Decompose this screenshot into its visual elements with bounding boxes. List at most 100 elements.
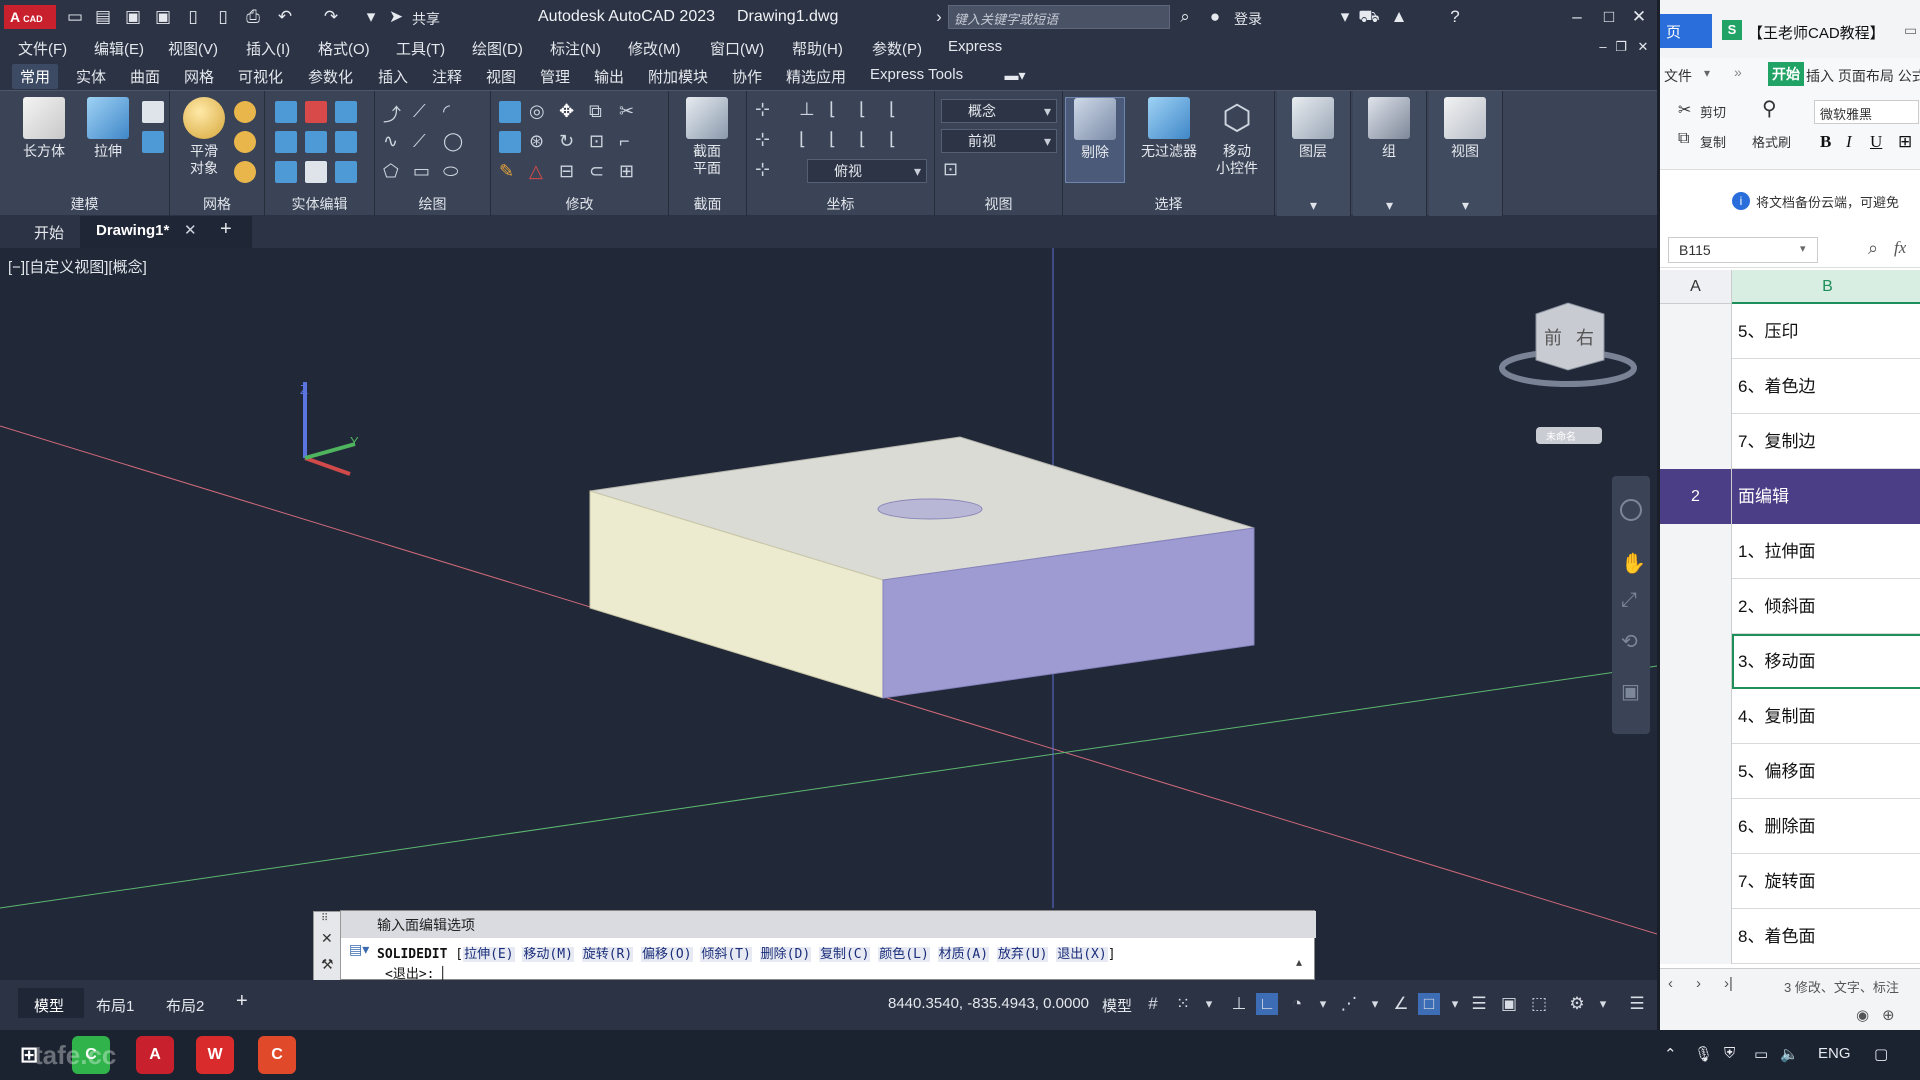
- menu-express[interactable]: Express: [948, 38, 1002, 55]
- named-view-dropdown[interactable]: 俯视: [807, 159, 927, 183]
- tab-model[interactable]: 模型: [18, 988, 84, 1018]
- cut-icon[interactable]: ✂: [1678, 100, 1691, 120]
- table-row[interactable]: 7、旋转面: [1660, 854, 1920, 909]
- explode-icon[interactable]: △: [529, 161, 551, 183]
- table-cell[interactable]: 1、拉伸面: [1732, 524, 1920, 579]
- function-fx-icon[interactable]: fx: [1894, 238, 1906, 258]
- ucs-icon[interactable]: ⊹: [755, 99, 777, 121]
- plot-icon[interactable]: ⎙: [242, 6, 264, 28]
- search-input[interactable]: 键入关键字或短语: [948, 5, 1170, 29]
- arc-icon[interactable]: ◜: [443, 101, 465, 123]
- mirror-icon[interactable]: [499, 101, 521, 123]
- layout-view-icon[interactable]: ⊕: [1882, 1006, 1895, 1024]
- network-icon[interactable]: ▭: [1754, 1045, 1768, 1063]
- tab-view[interactable]: 视图: [486, 66, 516, 87]
- font-family-select[interactable]: 微软雅黑: [1814, 100, 1919, 124]
- wps-file-menu[interactable]: 文件: [1664, 66, 1692, 86]
- wps-home-tab[interactable]: 页: [1660, 14, 1712, 48]
- model-space-toggle[interactable]: 模型: [1102, 995, 1132, 1016]
- viewport-controls-label[interactable]: [−][自定义视图][概念]: [8, 256, 147, 277]
- table-cell[interactable]: 7、旋转面: [1732, 854, 1920, 909]
- menu-draw[interactable]: 绘图(D): [472, 38, 523, 59]
- chevron-down-icon[interactable]: ▾: [1334, 6, 1356, 28]
- extract-edges-icon[interactable]: [335, 131, 357, 153]
- option-color[interactable]: 颜色(L): [878, 947, 930, 962]
- settings-gear-icon[interactable]: ⚙: [1566, 993, 1588, 1015]
- ucs-z-icon[interactable]: ⌊: [859, 129, 881, 151]
- last-sheet-icon[interactable]: ›|: [1724, 975, 1733, 992]
- ortho-icon[interactable]: ∟: [1256, 993, 1278, 1015]
- autodesk-app-icon[interactable]: ▲: [1388, 6, 1410, 28]
- customize-qat-icon[interactable]: ▾: [360, 6, 382, 28]
- views-expand-icon[interactable]: ▾: [1429, 197, 1502, 214]
- subtract-icon[interactable]: [305, 101, 327, 123]
- offset-icon[interactable]: ⊂: [589, 161, 611, 183]
- array-rect-icon[interactable]: ⊞: [619, 161, 641, 183]
- microphone-icon[interactable]: 🎙: [1694, 1045, 1713, 1063]
- option-exit[interactable]: 退出(X): [1056, 947, 1108, 962]
- zoom-extents-icon[interactable]: ⤢: [1621, 587, 1637, 611]
- format-painter-icon[interactable]: ⚲: [1762, 96, 1777, 121]
- layers-button[interactable]: 图层: [1283, 97, 1343, 160]
- slice-icon[interactable]: [275, 131, 297, 153]
- table-row-highlighted[interactable]: 2 面编辑: [1660, 469, 1920, 524]
- menu-format[interactable]: 格式(O): [318, 38, 370, 59]
- object-snap-icon[interactable]: □: [1418, 993, 1440, 1015]
- isodraft-dropdown-icon[interactable]: ▾: [1364, 993, 1386, 1015]
- autocad-logo[interactable]: A CAD: [4, 5, 56, 29]
- table-row[interactable]: 6、着色边: [1660, 359, 1920, 414]
- column-b-header[interactable]: B: [1732, 270, 1920, 304]
- option-copy[interactable]: 复制(C): [818, 947, 871, 962]
- view-preset-dropdown[interactable]: 前视: [941, 129, 1057, 153]
- table-row[interactable]: 5、压印: [1660, 304, 1920, 359]
- table-cell[interactable]: 8、着色面: [1732, 909, 1920, 964]
- command-history-dropdown-icon[interactable]: ▤▾: [349, 941, 369, 958]
- menu-file[interactable]: 文件(F): [18, 38, 67, 59]
- ucs-previous-icon[interactable]: ⌊: [829, 99, 851, 121]
- move-icon[interactable]: ✥: [559, 101, 581, 123]
- tab-addins[interactable]: 附加模块: [648, 66, 708, 87]
- maximize-icon[interactable]: □: [1598, 6, 1620, 28]
- tab-solid[interactable]: 实体: [76, 66, 106, 87]
- drag-handle-icon[interactable]: ⠿: [321, 913, 328, 924]
- option-undo[interactable]: 放弃(U): [996, 947, 1049, 962]
- polar-dropdown-icon[interactable]: ▾: [1312, 993, 1334, 1015]
- fillet-icon[interactable]: ⌐: [619, 131, 641, 153]
- menu-insert[interactable]: 插入(I): [246, 38, 290, 59]
- wps-info-text[interactable]: 将文档备份云端，可避免: [1756, 192, 1899, 211]
- login-button[interactable]: 登录: [1234, 9, 1262, 29]
- search-icon[interactable]: ⌕: [1174, 6, 1196, 28]
- shell-icon[interactable]: [305, 161, 327, 183]
- table-cell[interactable]: 4、复制面: [1732, 689, 1920, 744]
- volume-icon[interactable]: 🔈: [1780, 1045, 1799, 1063]
- transparency-icon[interactable]: ▣: [1498, 993, 1520, 1015]
- add-layout-icon[interactable]: +: [236, 990, 248, 1013]
- culling-button[interactable]: 剔除: [1065, 97, 1125, 183]
- column-a-header[interactable]: A: [1660, 270, 1732, 304]
- tab-layout2[interactable]: 布局2: [166, 995, 204, 1016]
- wps-start-tab[interactable]: 开始: [1768, 62, 1804, 86]
- open-file-icon[interactable]: ▤: [92, 6, 114, 28]
- doc-restore-icon[interactable]: ❐: [1610, 36, 1632, 58]
- mesh-smooth-less-icon[interactable]: [234, 131, 256, 153]
- polar-icon[interactable]: ◔: [1286, 993, 1308, 1015]
- close-tab-icon[interactable]: ✕: [184, 221, 197, 239]
- ucs-3point-icon[interactable]: ⌊: [889, 129, 911, 151]
- taskbar-autocad-icon[interactable]: A: [136, 1036, 174, 1074]
- option-move[interactable]: 移动(M): [522, 947, 574, 962]
- align-icon[interactable]: [499, 131, 521, 153]
- taskbar-wps-icon[interactable]: W: [196, 1036, 234, 1074]
- share-button[interactable]: 共享: [412, 9, 440, 29]
- trim-icon[interactable]: ✂: [619, 101, 641, 123]
- viewport-config-icon[interactable]: ⊡: [943, 159, 965, 181]
- option-offset[interactable]: 偏移(O): [641, 947, 693, 962]
- rectangle-icon[interactable]: ▭: [413, 161, 435, 183]
- layers-expand-icon[interactable]: ▾: [1277, 197, 1350, 214]
- table-cell[interactable]: 6、着色边: [1732, 359, 1920, 414]
- grid-icon[interactable]: #: [1142, 993, 1164, 1015]
- wps-tab-menu-icon[interactable]: ▭: [1904, 22, 1917, 39]
- box-button[interactable]: 长方体: [14, 97, 74, 160]
- tab-manage[interactable]: 管理: [540, 66, 570, 87]
- coordinates-readout[interactable]: 8440.3540, -835.4943, 0.0000: [888, 995, 1089, 1012]
- customize-command-icon[interactable]: ⚒: [321, 956, 334, 973]
